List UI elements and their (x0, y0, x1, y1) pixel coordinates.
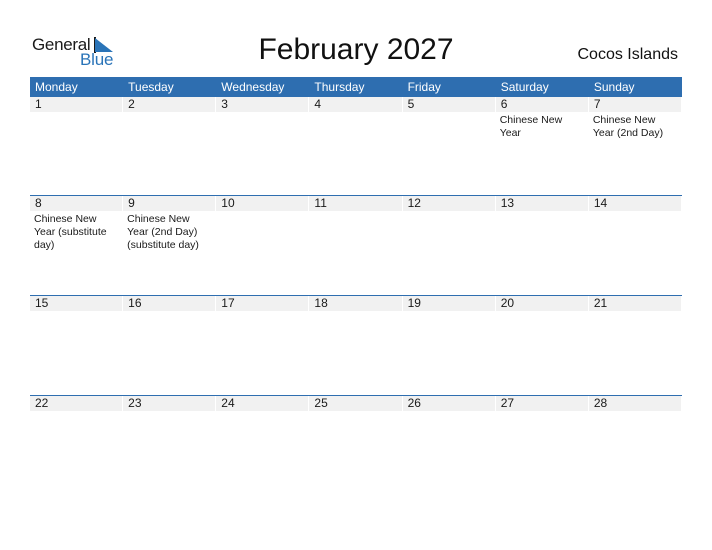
day-number: 19 (402, 296, 495, 311)
week-row: 1 2 3 4 5 6 Chinese New Year 7 Chinese New Year … (30, 97, 682, 195)
holiday-event: Chinese New Year (substitute day) (34, 213, 107, 251)
day-number: 24 (216, 396, 309, 411)
day-number: 21 (588, 296, 681, 311)
weekday-sunday: Sunday (593, 80, 635, 94)
day-number: 23 (123, 396, 216, 411)
day-cell: 13 (495, 196, 589, 295)
day-cell: 6 Chinese New Year (495, 97, 589, 195)
day-number: 4 (309, 97, 402, 112)
day-number: 10 (216, 196, 309, 211)
region-name: Cocos Islands (577, 46, 679, 63)
day-cell: 5 (402, 97, 496, 195)
day-cell: 14 (588, 196, 682, 295)
day-number: 12 (402, 196, 495, 211)
day-number: 17 (216, 296, 309, 311)
day-number: 16 (123, 296, 216, 311)
day-number: 20 (495, 296, 588, 311)
day-cell: 3 (216, 97, 309, 195)
week-row: 22 23 24 25 26 27 28 (30, 395, 682, 495)
day-number: 22 (30, 396, 123, 411)
holiday-event: Chinese New Year (2nd Day) (substitute d… (127, 213, 199, 251)
day-cell: 15 (30, 296, 123, 395)
day-number: 11 (309, 196, 402, 211)
day-cell: 7 Chinese New Year (2nd Day) (588, 97, 682, 195)
weekday-friday: Friday (407, 80, 441, 94)
weekday-monday: Monday (35, 80, 78, 94)
weekday-thursday: Thursday (314, 80, 365, 94)
calendar-grid: Monday Tuesday Wednesday Thursday Friday… (30, 77, 682, 495)
day-cell: 28 (588, 396, 682, 495)
weeks-container: 1 2 3 4 5 6 Chinese New Year 7 Chinese New Year … (30, 97, 682, 495)
day-cell: 22 (30, 396, 123, 495)
day-cell: 18 (309, 296, 402, 395)
day-number: 18 (309, 296, 402, 311)
day-number: 26 (402, 396, 495, 411)
day-cell: 25 (309, 396, 402, 495)
day-cell: 10 (216, 196, 309, 295)
day-cell: 12 (402, 196, 496, 295)
weekday-saturday: Saturday (500, 80, 549, 94)
day-cell: 23 (123, 396, 216, 495)
day-number: 1 (30, 97, 123, 112)
day-number: 8 (30, 196, 123, 211)
day-number: 14 (588, 196, 681, 211)
day-number: 13 (495, 196, 588, 211)
day-cell: 4 (309, 97, 402, 195)
day-number: 15 (30, 296, 123, 311)
weekday-tuesday: Tuesday (128, 80, 174, 94)
day-number: 9 (123, 196, 216, 211)
weekday-header: Monday Tuesday Wednesday Thursday Friday… (30, 77, 682, 97)
day-cell: 1 (30, 97, 123, 195)
day-cell: 19 (402, 296, 496, 395)
weekday-wednesday: Wednesday (221, 80, 285, 94)
day-number: 5 (402, 97, 495, 112)
day-cell: 24 (216, 396, 309, 495)
day-cell: 16 (123, 296, 216, 395)
day-cell: 8 Chinese New Year (substitute day) (30, 196, 123, 295)
day-cell: 26 (402, 396, 496, 495)
day-number: 2 (123, 97, 216, 112)
day-number: 3 (216, 97, 309, 112)
day-cell: 2 (123, 97, 216, 195)
holiday-event: Chinese New Year (2nd Day) (592, 114, 664, 139)
holiday-event: Chinese New Year (499, 114, 563, 139)
day-number: 27 (495, 396, 588, 411)
day-cell: 20 (495, 296, 589, 395)
day-number: 25 (309, 396, 402, 411)
day-cell: 17 (216, 296, 309, 395)
day-cell: 21 (588, 296, 682, 395)
week-row: 8 Chinese New Year (substitute day) 9 Chine… (30, 195, 682, 295)
day-number: 6 (495, 97, 588, 112)
week-row: 15 16 17 18 19 20 21 (30, 295, 682, 395)
day-number: 7 (588, 97, 681, 112)
day-cell: 11 (309, 196, 402, 295)
day-number: 28 (588, 396, 681, 411)
day-cell: 27 (495, 396, 589, 495)
day-cell: 9 Chinese New Year (2nd Day) (substitute … (123, 196, 216, 295)
